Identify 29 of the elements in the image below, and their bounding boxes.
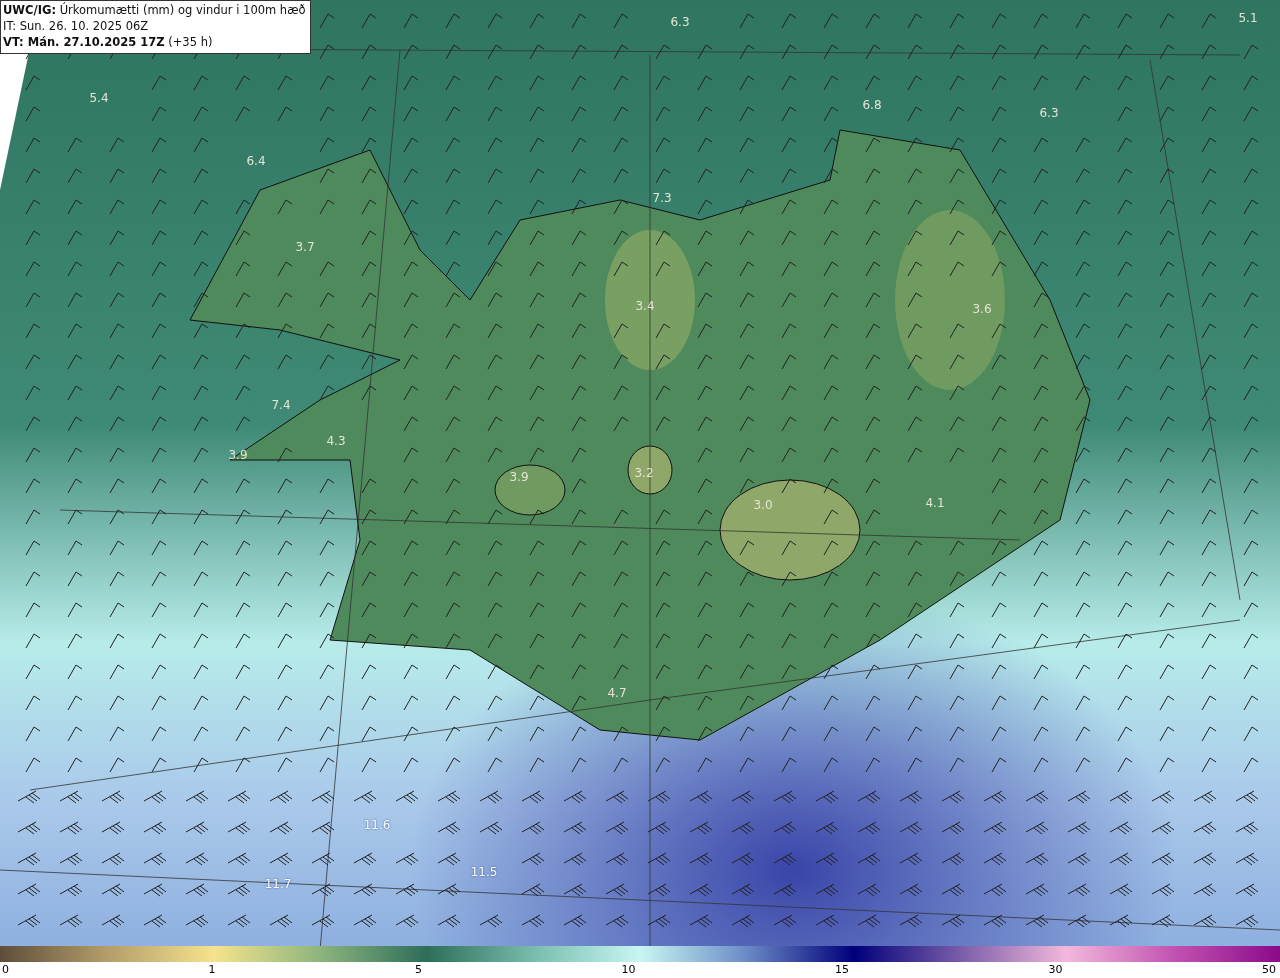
scale-tick-label: 15 <box>835 963 849 978</box>
map-value-label: 6.3 <box>670 15 690 29</box>
scale-tick-label: 0 <box>2 963 9 978</box>
map-value-label: 11.5 <box>470 865 498 879</box>
scale-tick-label: 1 <box>208 963 216 978</box>
map-value-label: 3.9 <box>509 470 529 484</box>
map-value-label: 4.7 <box>607 686 627 700</box>
map-value-label: 7.3 <box>652 191 672 205</box>
scale-tick-label: 10 <box>621 963 636 978</box>
map-value-label: 4.1 <box>925 496 945 510</box>
map-value-label: 3.7 <box>295 240 315 254</box>
map-value-label: 7.4 <box>271 398 291 412</box>
map-value-label: 3.2 <box>634 466 654 480</box>
map-value-label: 3.0 <box>753 498 773 512</box>
map-value-label: 6.3 <box>1039 106 1059 120</box>
map-title: UWC/IG: Úrkomumætti (mm) og vindur i 100m hæð <box>3 3 306 18</box>
valid-time: VT: Mán. 27.10.2025 17Z (+35 h) <box>3 35 214 50</box>
map-value-label: 11.6 <box>363 818 391 832</box>
map-value-label: 5.4 <box>89 91 109 105</box>
scale-tick-label: 30 <box>1048 963 1063 978</box>
map-value-label: 3.6 <box>972 302 992 316</box>
map-value-label: 6.4 <box>246 154 266 168</box>
map-value-label: 5.1 <box>1238 11 1258 25</box>
scale-tick-label: 50 <box>1262 963 1276 978</box>
map-value-label: 6.8 <box>862 98 882 112</box>
map-value-label: 4.3 <box>326 434 346 448</box>
scale-tick-label: 5 <box>415 963 422 978</box>
initial-time: IT: Sun. 26. 10. 2025 06Z <box>3 19 150 34</box>
map-value-label: 3.4 <box>635 299 655 313</box>
